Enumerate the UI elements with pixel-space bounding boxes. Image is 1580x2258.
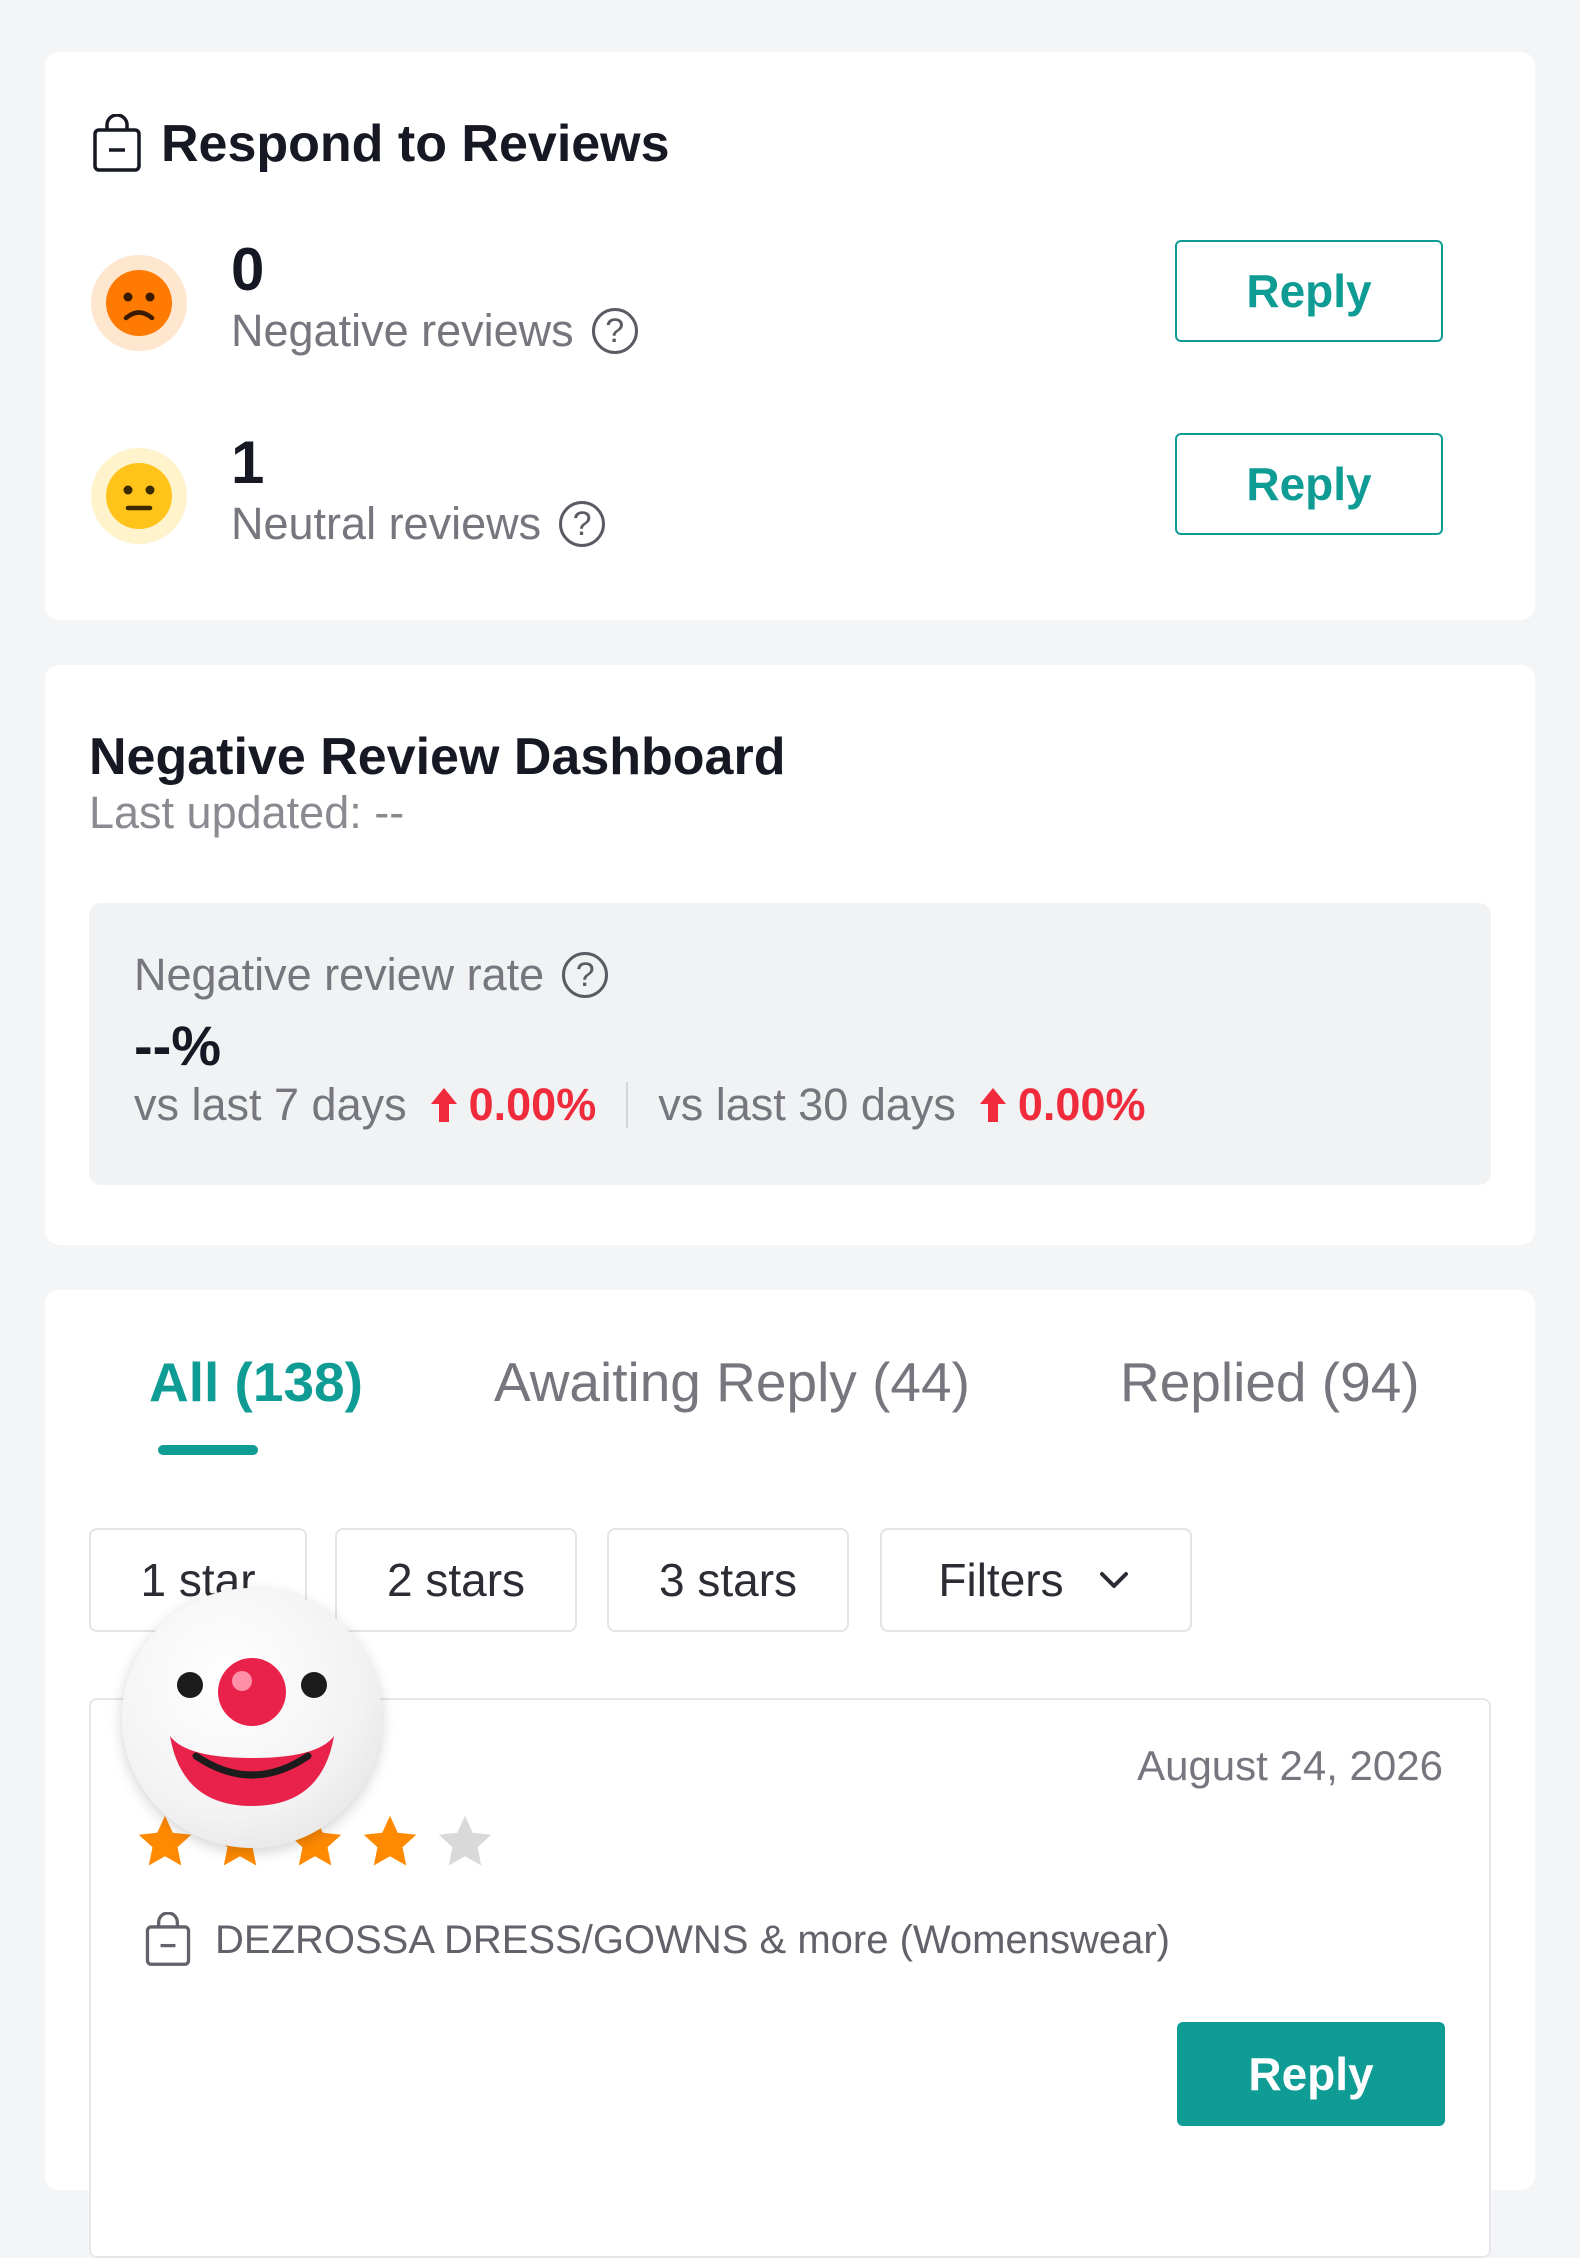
filters-dropdown[interactable]: Filters [880,1528,1192,1632]
help-icon[interactable]: ? [559,501,606,547]
negative-review-dashboard-card: Negative Review Dashboard Last updated: … [45,665,1535,1245]
vs7-value: 0.00% [468,1079,597,1130]
help-icon[interactable]: ? [591,308,638,354]
tab-replied[interactable]: Replied (94) [1120,1350,1420,1414]
arrow-up-icon [979,1088,1006,1122]
help-icon[interactable]: ? [562,952,609,998]
dashboard-title: Negative Review Dashboard [89,728,786,786]
reply-neutral-button[interactable]: Reply [1175,433,1443,535]
comparison-row: vs last 7 days 0.00% vs last 30 days 0.0… [134,1079,1146,1131]
review-date: August 24, 2026 [1137,1742,1443,1789]
clown-face-sticker [122,1588,382,1848]
arrow-up-icon [430,1088,457,1122]
respond-title: Respond to Reviews [161,115,670,173]
shopping-bag-icon [145,1912,191,1966]
neutral-reviews-label-row: Neutral reviews ? [231,498,606,550]
respond-title-row: Respond to Reviews [91,114,670,174]
clown-face-icon [170,1658,334,1806]
star-empty-icon [438,1815,492,1866]
respond-to-reviews-card: Respond to Reviews 0 Negative reviews ? … [45,52,1535,620]
tab-awaiting-reply[interactable]: Awaiting Reply (44) [494,1350,970,1414]
negative-reviews-row: 0 Negative reviews ? Reply [45,235,1489,375]
vs30-change: 0.00% [978,1079,1146,1131]
last-updated: Last updated: -- [89,787,405,838]
neutral-reviews-row: 1 Neutral reviews ? Reply [45,428,1489,568]
chevron-down-icon [1099,1572,1128,1588]
sad-face-icon [91,255,187,351]
reply-negative-button[interactable]: Reply [1175,240,1443,342]
product-row: DEZROSSA DRESS/GOWNS & more (Womenswear) [143,1912,1170,1968]
vs30-value: 0.00% [1017,1079,1146,1130]
vs7-change: 0.00% [429,1079,597,1131]
rate-label: Negative review rate [134,949,545,1000]
negative-reviews-label-row: Negative reviews ? [231,305,638,357]
rate-label-row: Negative review rate ? [134,949,609,1001]
product-name: DEZROSSA DRESS/GOWNS & more (Womenswear) [215,1917,1170,1962]
rate-box: Negative review rate ? --% vs last 7 day… [89,903,1491,1185]
vs7-label: vs last 7 days [134,1079,407,1130]
neutral-count: 1 [231,429,265,496]
divider [626,1082,629,1128]
negative-count: 0 [231,236,265,303]
neutral-face-icon [91,448,187,544]
shopping-bag-icon [93,114,141,172]
active-tab-indicator [158,1445,258,1455]
tab-all[interactable]: All (138) [149,1350,363,1414]
vs30-label: vs last 30 days [658,1079,956,1130]
neutral-reviews-label: Neutral reviews [231,498,542,549]
filter-chip-3-stars[interactable]: 3 stars [607,1528,849,1632]
review-tabs: All (138) Awaiting Reply (44) Replied (9… [103,1350,1503,1430]
negative-reviews-label: Negative reviews [231,305,574,356]
filters-label: Filters [938,1554,1064,1606]
rate-value: --% [134,1014,222,1077]
reply-review-button[interactable]: Reply [1177,2022,1445,2126]
